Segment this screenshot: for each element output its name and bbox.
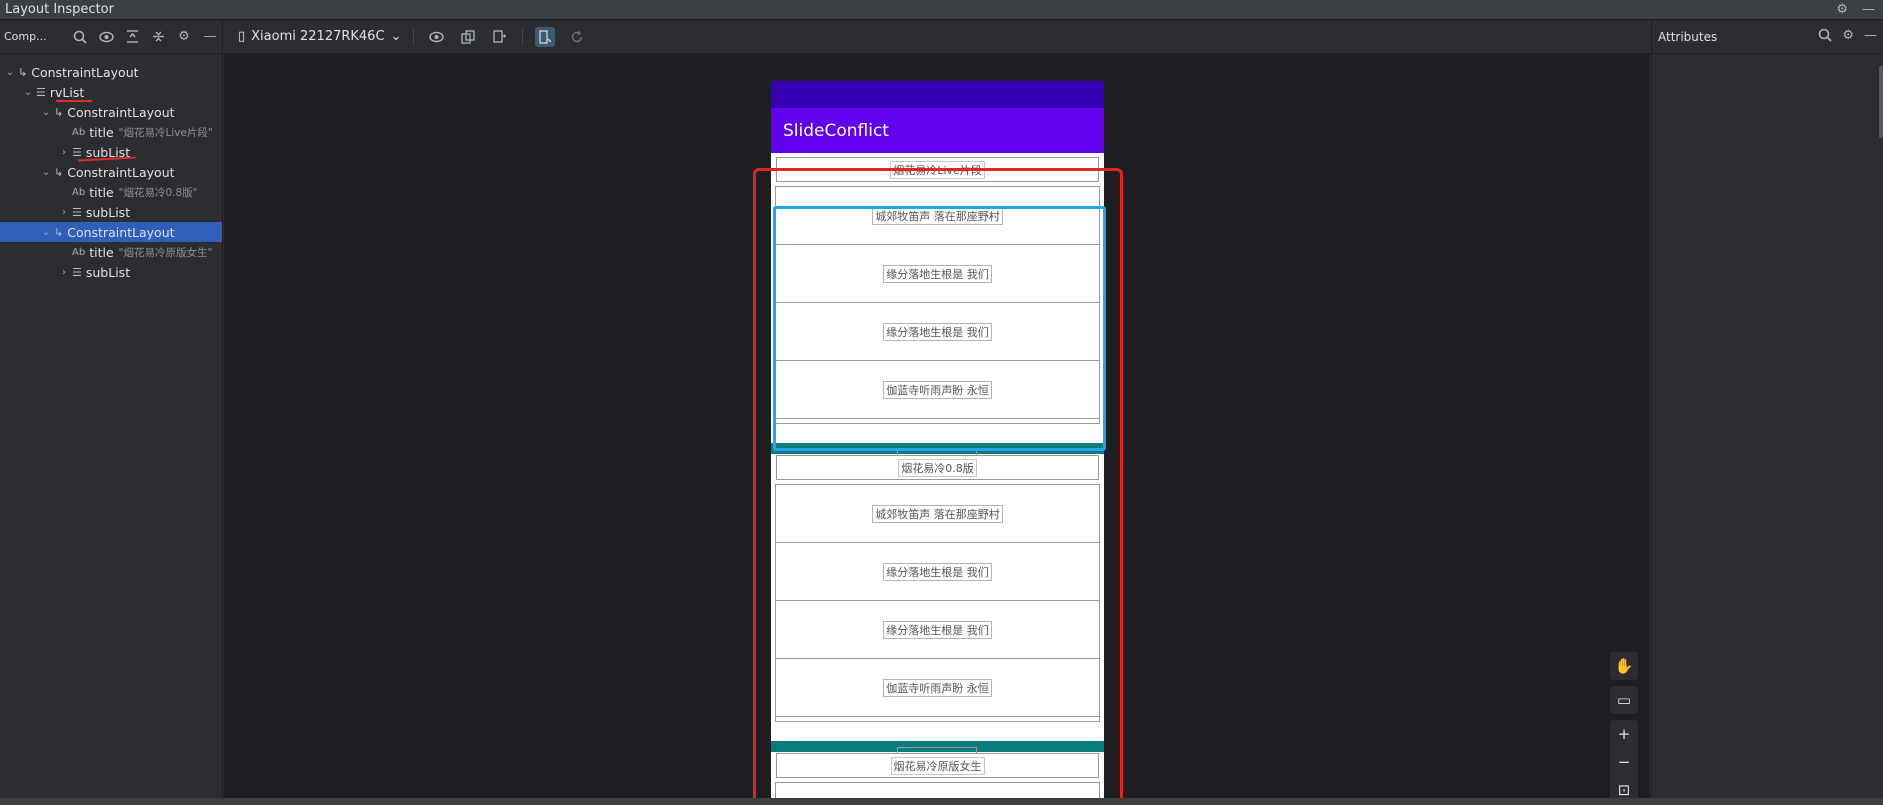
text-view-icon: Ab <box>72 246 86 258</box>
toolbar-divider <box>413 27 415 46</box>
tree-node-label: subList <box>85 264 131 280</box>
live-updates-icon[interactable] <box>535 26 556 47</box>
device-selector[interactable]: ▯ Xiaomi 22127RK46C ⌄ <box>238 29 401 44</box>
snapshot-icon[interactable] <box>490 27 510 47</box>
view-controls: ✋ ▭ + − ⊡ <box>1610 652 1638 804</box>
device-toolbar: ▯ Xiaomi 22127RK46C ⌄ <box>224 20 1650 54</box>
tree-node-label: ConstraintLayout <box>67 104 175 120</box>
bottom-bar <box>0 798 1883 805</box>
tree-node-label: title <box>89 244 114 260</box>
chevron-right-icon[interactable]: › <box>58 147 70 158</box>
refresh-icon[interactable] <box>567 27 587 47</box>
phone-icon: ▯ <box>238 29 246 44</box>
gear-icon[interactable]: ⚙ <box>1842 28 1854 46</box>
tree-node-constraint-1[interactable]: ⌄ ↳ ConstraintLayout <box>0 102 222 122</box>
window-titlebar: Layout Inspector ⚙ — <box>0 0 1883 20</box>
eye-icon[interactable] <box>98 29 114 45</box>
expand-all-icon[interactable] <box>124 29 140 45</box>
tree-node-label: ConstraintLayout <box>31 64 139 80</box>
window-title: Layout Inspector <box>5 2 114 17</box>
status-bar <box>771 81 1104 108</box>
device-name: Xiaomi 22127RK46C <box>251 29 385 44</box>
hand-icon[interactable]: ✋ <box>1610 652 1638 680</box>
tree-node-constraint-2[interactable]: ⌄ ↳ ConstraintLayout <box>0 162 222 182</box>
chevron-right-icon[interactable]: › <box>58 267 70 278</box>
tree-node-label: title <box>89 124 114 140</box>
tree-node-constraint-3[interactable]: ⌄ ↳ ConstraintLayout <box>0 222 222 242</box>
tree-node-root[interactable]: ⌄ ↳ ConstraintLayout <box>0 62 222 82</box>
tree-node-sublist-3[interactable]: › ☰ subList <box>0 262 222 282</box>
gear-icon[interactable]: ⚙ <box>176 29 192 45</box>
list-icon: ☰ <box>36 85 46 99</box>
chevron-right-icon[interactable]: › <box>58 207 70 218</box>
text-view-icon: Ab <box>72 126 86 138</box>
list-icon: ☰ <box>72 205 82 219</box>
chevron-down-icon[interactable]: ⌄ <box>4 67 16 78</box>
chevron-down-icon: ⌄ <box>390 29 402 44</box>
zoom-in-icon[interactable]: + <box>1610 720 1638 748</box>
text-view-icon: Ab <box>72 186 86 198</box>
list-icon: ☰ <box>72 265 82 279</box>
layers-icon[interactable] <box>458 27 478 47</box>
tree-node-label: subList <box>85 204 131 220</box>
minimize-icon[interactable]: — <box>202 29 218 45</box>
tree-node-hint: "烟花易冷Live片段" <box>118 126 213 139</box>
tree-node-title-3[interactable]: Ab title "烟花易冷原版女生" <box>0 242 222 262</box>
constraint-layout-icon: ↳ <box>18 65 28 79</box>
zoom-controls: + − ⊡ <box>1610 720 1638 804</box>
search-icon[interactable] <box>1818 28 1832 46</box>
scrollbar[interactable] <box>1879 66 1883 138</box>
minimize-icon[interactable]: — <box>1864 28 1877 46</box>
toggle-3d-icon[interactable]: ▭ <box>1610 686 1638 714</box>
tree-node-label: title <box>89 184 114 200</box>
tree-node-title-1[interactable]: Ab title "烟花易冷Live片段" <box>0 122 222 142</box>
gear-icon[interactable]: ⚙ <box>1836 2 1848 17</box>
tree-node-label: rvList <box>49 84 85 100</box>
component-tree: ⌄ ↳ ConstraintLayout ⌄ ☰ rvList ⌄ ↳ Cons… <box>0 62 222 282</box>
tree-node-sublist-2[interactable]: › ☰ subList <box>0 202 222 222</box>
tree-node-label: ConstraintLayout <box>67 164 175 180</box>
app-title: SlideConflict <box>783 120 889 141</box>
app-bar: SlideConflict <box>771 108 1104 153</box>
collapse-all-icon[interactable] <box>150 29 166 45</box>
component-tree-label: Comp... <box>4 30 47 43</box>
zoom-out-icon[interactable]: − <box>1610 748 1638 776</box>
chevron-down-icon[interactable]: ⌄ <box>22 87 34 98</box>
tree-node-title-2[interactable]: Ab title "烟花易冷0.8版" <box>0 182 222 202</box>
search-icon[interactable] <box>72 29 88 45</box>
tree-node-hint: "烟花易冷0.8版" <box>118 186 198 199</box>
red-annotation-box <box>753 168 1123 805</box>
list-icon: ☰ <box>72 145 82 159</box>
minimize-icon[interactable]: — <box>1862 2 1875 17</box>
constraint-layout-icon: ↳ <box>54 165 64 179</box>
tree-node-hint: "烟花易冷原版女生" <box>118 246 213 259</box>
device-view-panel: ▯ Xiaomi 22127RK46C ⌄ SlideConflict 烟花易冷… <box>224 20 1650 805</box>
constraint-layout-icon: ↳ <box>54 225 64 239</box>
tree-node-rvlist[interactable]: ⌄ ☰ rvList <box>0 82 222 102</box>
attributes-toolbar: Attributes ⚙ — <box>1652 20 1883 54</box>
attributes-panel: Attributes ⚙ — <box>1651 20 1883 805</box>
chevron-down-icon[interactable]: ⌄ <box>40 167 52 178</box>
toolbar-divider <box>522 27 524 46</box>
tree-node-label: ConstraintLayout <box>67 224 175 240</box>
chevron-down-icon[interactable]: ⌄ <box>40 227 52 238</box>
component-tree-toolbar: Comp... ⚙ — <box>0 20 222 54</box>
constraint-layout-icon: ↳ <box>54 105 64 119</box>
attributes-label: Attributes <box>1658 29 1718 44</box>
chevron-down-icon[interactable]: ⌄ <box>40 107 52 118</box>
component-tree-panel: Comp... ⚙ — ⌄ ↳ ConstraintLayout ⌄ ☰ rvL… <box>0 20 223 805</box>
eye-icon[interactable] <box>426 27 446 47</box>
tree-node-sublist-1[interactable]: › ☰ subList <box>0 142 222 162</box>
